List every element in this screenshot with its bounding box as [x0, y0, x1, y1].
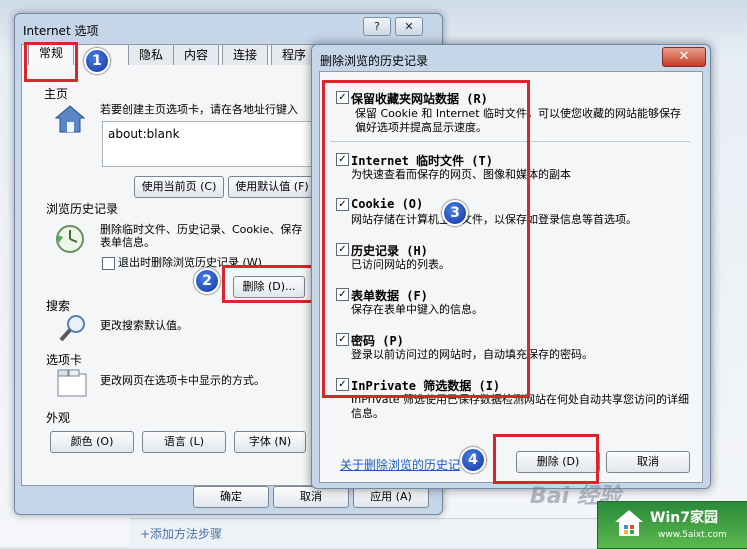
highlight-delete-button: [222, 265, 314, 303]
tabs-section-label: 选项卡: [46, 353, 83, 367]
ok-button[interactable]: 确定: [193, 486, 269, 508]
use-default-button[interactable]: 使用默认值 (F): [228, 176, 316, 198]
step-1-marker: 1: [84, 48, 110, 74]
watermark-sub-text: www.5aixt.com: [658, 530, 727, 540]
highlight-general-tab: [24, 42, 78, 82]
colors-button[interactable]: 颜色 (O): [50, 431, 134, 453]
highlight-checkbox-list: [322, 80, 530, 398]
search-label: 搜索: [46, 299, 71, 313]
step-2-marker: 2: [194, 268, 220, 294]
add-step-link[interactable]: +添加方法步骤: [140, 525, 222, 542]
dialog-title: Internet 选项: [23, 24, 99, 38]
house-icon: [54, 103, 86, 135]
homepage-label: 主页: [44, 87, 69, 101]
highlight-delete-confirm: [493, 434, 599, 484]
delete-dialog-title: 删除浏览的历史记录: [320, 54, 429, 68]
homepage-url: about:blank: [108, 127, 180, 141]
about-delete-history-link[interactable]: 关于删除浏览的历史记: [340, 456, 460, 473]
languages-button[interactable]: 语言 (L): [142, 431, 226, 453]
close-button[interactable]: ✕: [395, 17, 423, 36]
fonts-button[interactable]: 字体 (N): [234, 431, 306, 453]
history-clock-icon: [54, 223, 88, 255]
use-current-button[interactable]: 使用当前页 (C): [134, 176, 224, 198]
step-3-marker: 3: [442, 200, 468, 226]
tabs-section-desc: 更改网页在选项卡中显示的方式。: [100, 374, 265, 387]
history-desc-2: 表单信息。: [100, 236, 155, 249]
step-4-marker: 4: [460, 447, 486, 473]
tab-privacy[interactable]: 隐私: [128, 44, 174, 65]
homepage-textarea[interactable]: about:blank: [102, 121, 326, 167]
delete-on-exit-checkbox[interactable]: [102, 257, 115, 270]
house-logo-icon: [614, 508, 644, 538]
delete-dialog-close-button[interactable]: ✕: [662, 47, 706, 67]
appearance-label: 外观: [46, 411, 71, 425]
cancel-button[interactable]: 取消: [273, 486, 349, 508]
tab-content[interactable]: 内容: [173, 44, 219, 65]
apply-button[interactable]: 应用 (A): [353, 486, 429, 508]
homepage-desc: 若要创建主页选项卡，请在各地址行键入: [100, 103, 298, 116]
history-label: 浏览历史记录: [46, 202, 119, 216]
background-bottom-strip: +添加方法步骤: [130, 518, 610, 548]
watermark-main-text: Win7家园: [650, 510, 718, 526]
win7-watermark: Win7家园 www.5aixt.com: [597, 501, 747, 549]
help-button[interactable]: ?: [363, 17, 391, 36]
tabs-window-icon: [56, 368, 88, 398]
tab-connections[interactable]: 连接: [222, 44, 268, 65]
delete-cancel-button[interactable]: 取消: [606, 451, 690, 473]
search-magnifier-icon: [58, 313, 88, 343]
history-desc-1: 删除临时文件、历史记录、Cookie、保存: [100, 223, 303, 236]
search-desc: 更改搜索默认值。: [100, 319, 188, 332]
